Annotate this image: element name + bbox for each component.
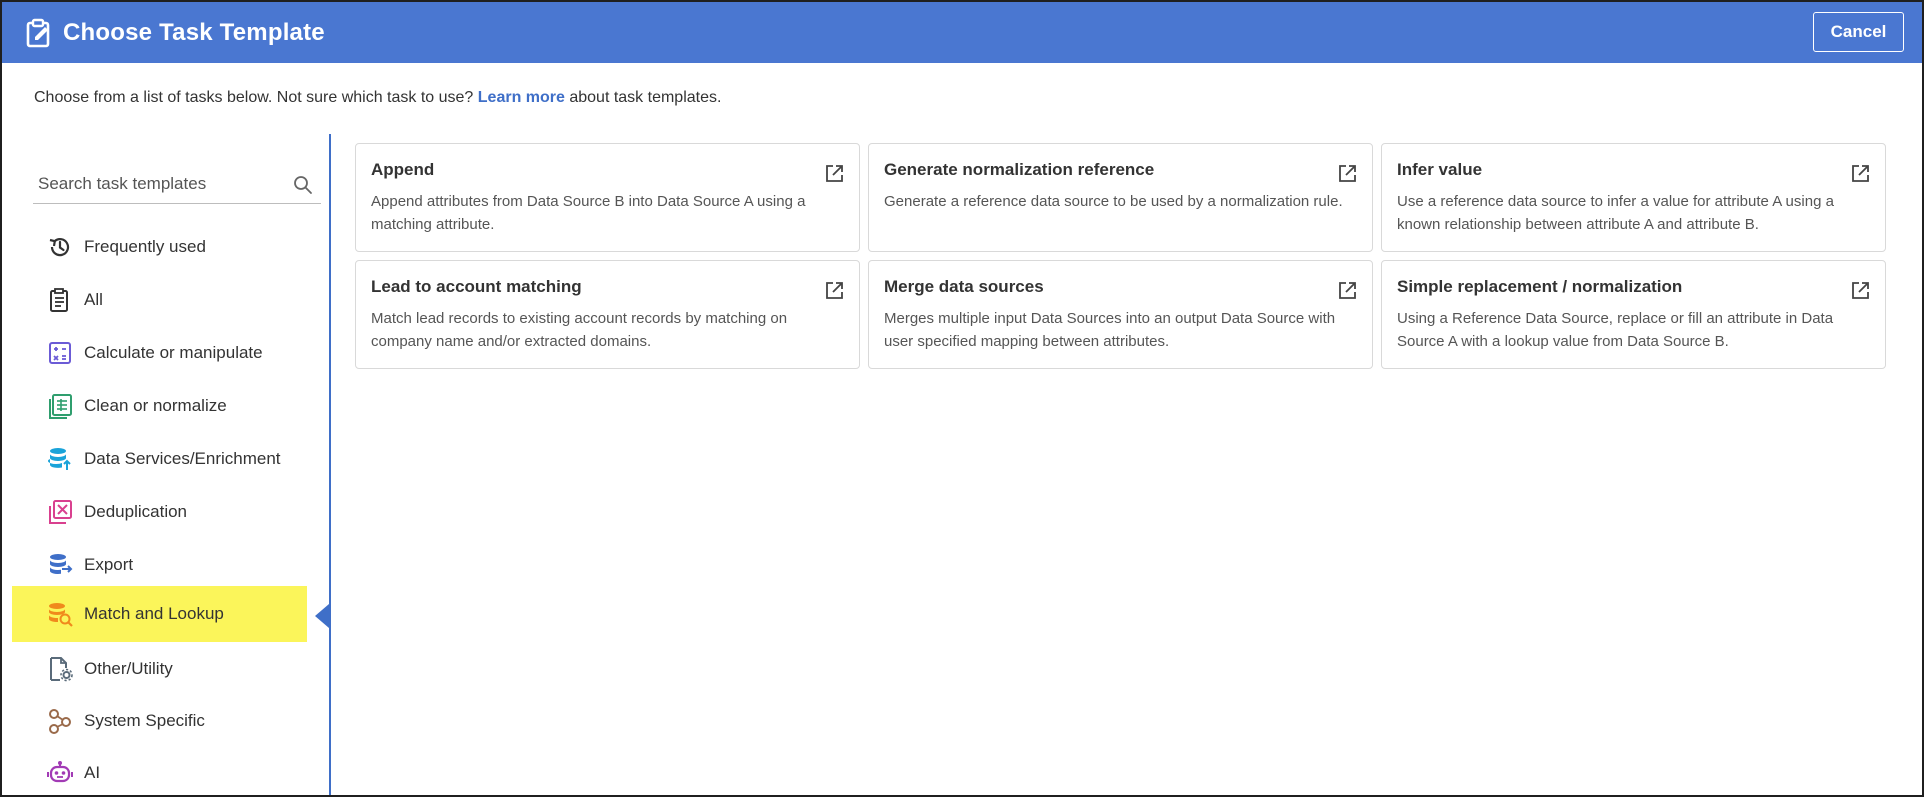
intro-text: Choose from a list of tasks below. Not s… [34, 87, 721, 109]
external-link-icon[interactable] [1851, 281, 1870, 300]
card-title: Infer value [1397, 160, 1483, 179]
robot-icon [47, 761, 73, 783]
sidebar-item-export[interactable]: Export [12, 538, 307, 591]
learn-more-link[interactable]: Learn more [478, 89, 565, 106]
sidebar-item-match-lookup[interactable]: Match and Lookup [12, 586, 307, 642]
external-link-icon[interactable] [1851, 164, 1870, 183]
cancel-button[interactable]: Cancel [1813, 12, 1904, 52]
card-description: Match lead records to existing account r… [371, 310, 788, 350]
dialog-title: Choose Task Template [63, 19, 325, 46]
task-card-lead-to-account[interactable]: Lead to account matching Match lead reco… [355, 260, 860, 369]
sidebar-item-frequently-used[interactable]: Frequently used [12, 220, 307, 273]
sidebar-item-label: All [84, 290, 103, 309]
sidebar-item-label: System Specific [84, 711, 205, 730]
sidebar-item-label: Match and Lookup [84, 604, 224, 623]
sidebar-item-calculate[interactable]: Calculate or manipulate [12, 326, 307, 379]
history-icon [49, 238, 70, 257]
search-input[interactable] [38, 170, 288, 198]
task-card-simple-replacement[interactable]: Simple replacement / normalization Using… [1381, 260, 1886, 369]
intro-suffix: about task templates. [564, 89, 722, 106]
card-title: Generate normalization reference [884, 160, 1155, 179]
sidebar-divider [329, 134, 331, 795]
card-description: Merges multiple input Data Sources into … [884, 310, 1336, 350]
card-description: Generate a reference data source to be u… [884, 193, 1343, 210]
clipboard-edit-icon [26, 18, 50, 48]
file-settings-icon [50, 657, 73, 682]
sidebar-item-other-utility[interactable]: Other/Utility [12, 642, 307, 695]
card-description: Use a reference data source to infer a v… [1397, 193, 1834, 233]
remove-duplicate-icon [49, 500, 72, 524]
database-upload-icon [47, 448, 71, 470]
database-export-icon [49, 554, 73, 575]
dialog-header: Choose Task Template Cancel [2, 2, 1922, 63]
sidebar-item-label: Deduplication [84, 502, 188, 521]
calculator-icon [49, 342, 71, 364]
task-card-generate-normalization[interactable]: Generate normalization reference Generat… [868, 143, 1373, 252]
sidebar-item-label: AI [84, 763, 101, 782]
search-icon[interactable] [293, 175, 313, 195]
card-description: Using a Reference Data Source, replace o… [1397, 310, 1834, 350]
card-title: Merge data sources [884, 277, 1044, 296]
card-description: Append attributes from Data Source B int… [371, 193, 806, 233]
search-box [33, 166, 321, 204]
sidebar-item-deduplication[interactable]: Deduplication [12, 485, 307, 538]
card-title: Lead to account matching [371, 277, 582, 296]
sidebar-item-data-services[interactable]: Data Services/Enrichment [12, 432, 307, 485]
clipboard-list-icon [50, 288, 68, 312]
external-link-icon[interactable] [825, 164, 844, 183]
sidebar-item-all[interactable]: All [12, 273, 307, 326]
sidebar-item-label: Export [84, 555, 134, 574]
nodes-icon [49, 709, 71, 734]
sidebar-item-label: Data Services/Enrichment [84, 449, 281, 468]
spreadsheet-icon [49, 394, 72, 419]
task-card-merge-data-sources[interactable]: Merge data sources Merges multiple input… [868, 260, 1373, 369]
active-indicator [315, 604, 329, 628]
task-card-append[interactable]: Append Append attributes from Data Sourc… [355, 143, 860, 252]
task-template-dialog: Choose Task Template Cancel Choose from … [0, 0, 1924, 797]
sidebar-item-label: Other/Utility [84, 659, 173, 678]
database-search-icon [48, 603, 73, 627]
sidebar-item-label: Calculate or manipulate [84, 343, 263, 362]
sidebar-item-system-specific[interactable]: System Specific [12, 694, 307, 747]
external-link-icon[interactable] [1338, 281, 1357, 300]
sidebar-item-ai[interactable]: AI [12, 746, 307, 795]
intro-prefix: Choose from a list of tasks below. Not s… [34, 89, 478, 106]
card-title: Append [371, 160, 435, 179]
sidebar-item-clean[interactable]: Clean or normalize [12, 379, 307, 432]
external-link-icon[interactable] [1338, 164, 1357, 183]
sidebar-item-label: Frequently used [84, 237, 206, 256]
task-card-infer-value[interactable]: Infer value Use a reference data source … [1381, 143, 1886, 252]
sidebar-item-label: Clean or normalize [84, 396, 227, 415]
card-title: Simple replacement / normalization [1397, 277, 1683, 296]
external-link-icon[interactable] [825, 281, 844, 300]
